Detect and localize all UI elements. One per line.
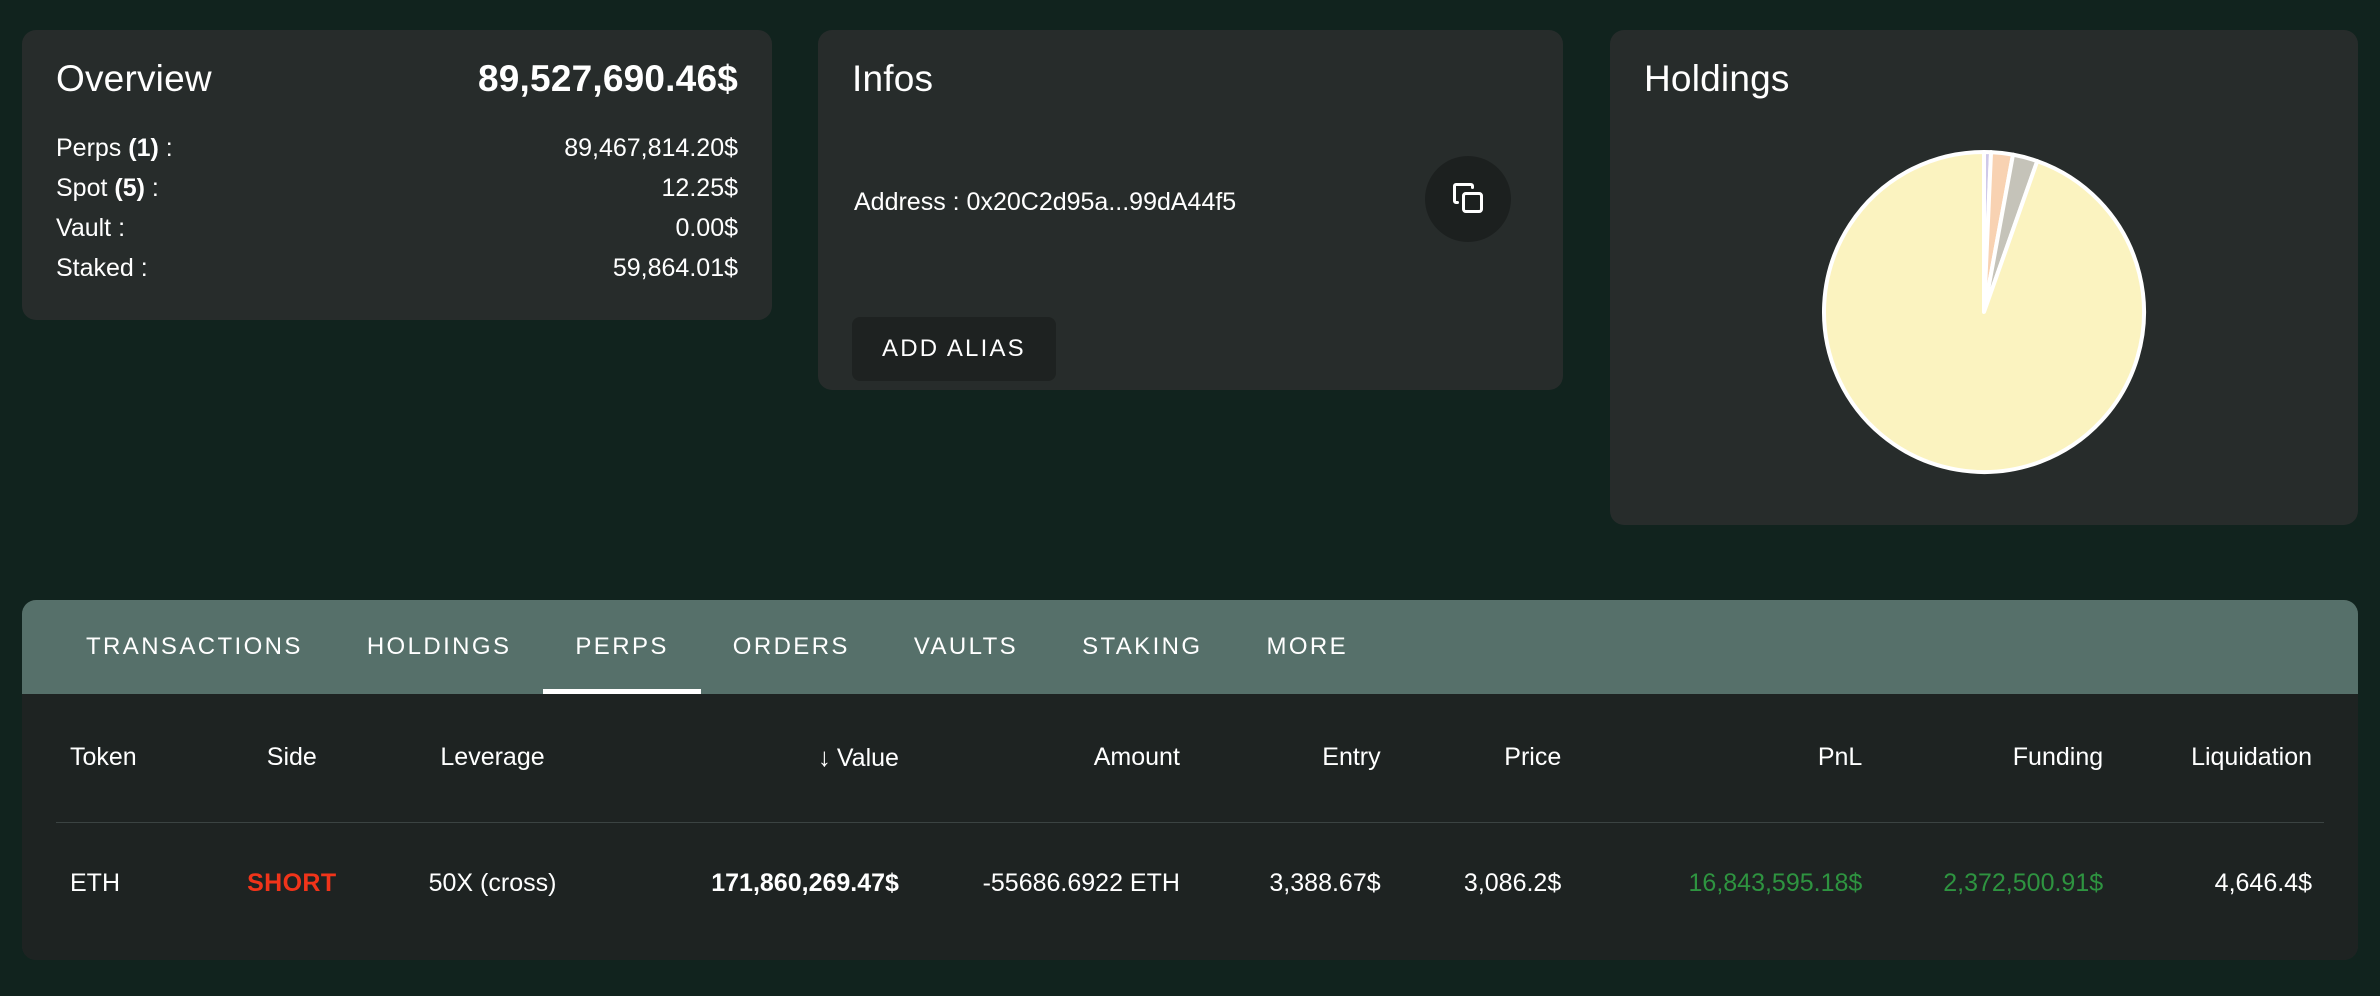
overview-row-label: Vault : (56, 214, 126, 242)
wallet-address-text: Address : 0x20C2d95a...99dA44f5 (854, 188, 1237, 216)
column-header-pnl[interactable]: PnL (1561, 694, 1863, 823)
column-header-value[interactable]: ↓ Value (607, 694, 899, 823)
overview-row-label: Staked : (56, 254, 148, 282)
table-row[interactable]: ETH SHORT 50X (cross) 171,860,269.47$ -5… (56, 822, 2324, 944)
column-header-entry[interactable]: Entry (1179, 694, 1381, 823)
column-header-token[interactable]: Token (56, 694, 207, 823)
cell-funding: 2,372,500.91$ (1943, 868, 2104, 897)
column-header-amount[interactable]: Amount (898, 694, 1180, 823)
tab-bar: TRANSACTIONS HOLDINGS PERPS ORDERS VAULT… (22, 600, 2358, 694)
cell-liquidation: 4,646.4$ (2214, 868, 2312, 897)
add-alias-button[interactable]: ADD ALIAS (852, 317, 1056, 381)
app-root: Overview 89,527,690.46$ Perps (1) : 89,4… (0, 0, 2380, 996)
tab-vaults[interactable]: VAULTS (882, 600, 1050, 694)
column-header-side[interactable]: Side (206, 694, 378, 823)
overview-row-perps: Perps (1) : 89,467,814.20$ (56, 128, 738, 168)
cell-value: 171,860,269.47$ (711, 868, 899, 897)
positions-panel: TRANSACTIONS HOLDINGS PERPS ORDERS VAULT… (22, 600, 2358, 960)
perps-table: Token Side Leverage ↓ Value Amount Entry … (56, 694, 2324, 944)
infos-card: Infos Address : 0x20C2d95a...99dA44f5 AD… (818, 30, 1563, 390)
tab-orders[interactable]: ORDERS (701, 600, 882, 694)
cell-side: SHORT (207, 822, 378, 944)
holdings-card: Holdings (1610, 30, 2358, 525)
overview-row-staked: Staked : 59,864.01$ (56, 248, 738, 288)
column-header-liquidation[interactable]: Liquidation (2103, 694, 2324, 823)
cell-leverage: 50X (cross) (428, 868, 557, 897)
overview-rows: Perps (1) : 89,467,814.20$ Spot (5) : 12… (56, 128, 738, 288)
overview-row-value: 89,467,814.20$ (564, 134, 738, 162)
overview-row-value: 12.25$ (661, 174, 738, 202)
table-head: Token Side Leverage ↓ Value Amount Entry … (56, 694, 2324, 823)
column-header-value-label: Value (836, 744, 899, 773)
cell-amount: -55686.6922 ETH (982, 868, 1180, 897)
overview-row-spot: Spot (5) : 12.25$ (56, 168, 738, 208)
cell-token: ETH (70, 868, 120, 897)
cell-entry: 3,388.67$ (1269, 868, 1381, 897)
column-header-funding[interactable]: Funding (1862, 694, 2104, 823)
sort-descending-icon: ↓ (817, 742, 831, 773)
infos-title: Infos (852, 58, 934, 99)
copy-address-button[interactable] (1425, 156, 1511, 242)
tab-holdings[interactable]: HOLDINGS (335, 600, 544, 694)
tab-staking[interactable]: STAKING (1050, 600, 1234, 694)
cell-pnl: 16,843,595.18$ (1688, 868, 1863, 897)
table-body: ETH SHORT 50X (cross) 171,860,269.47$ -5… (56, 822, 2324, 944)
tab-more[interactable]: MORE (1234, 600, 1380, 694)
tab-perps[interactable]: PERPS (543, 600, 702, 694)
tab-transactions[interactable]: TRANSACTIONS (54, 600, 335, 694)
overview-row-vault: Vault : 0.00$ (56, 208, 738, 248)
perps-table-container: Token Side Leverage ↓ Value Amount Entry … (22, 694, 2358, 960)
cell-price: 3,086.2$ (1463, 868, 1562, 897)
column-header-price[interactable]: Price (1380, 694, 1562, 823)
holdings-title: Holdings (1644, 58, 1790, 99)
overview-row-label: Perps (1) : (56, 134, 173, 162)
side-badge-short: SHORT (247, 868, 337, 897)
table-header-row: Token Side Leverage ↓ Value Amount Entry … (56, 694, 2324, 823)
holdings-pie-chart (1610, 102, 2358, 522)
overview-row-label: Spot (5) : (56, 174, 159, 202)
copy-icon (1450, 180, 1486, 219)
overview-header: Overview 89,527,690.46$ (56, 58, 738, 100)
pie-slice[interactable] (1822, 150, 2146, 474)
overview-row-value: 59,864.01$ (612, 254, 738, 282)
pie-chart-svg (1822, 150, 2146, 474)
column-header-leverage[interactable]: Leverage (377, 694, 608, 823)
overview-card: Overview 89,527,690.46$ Perps (1) : 89,4… (22, 30, 772, 320)
infos-body: Address : 0x20C2d95a...99dA44f5 (852, 156, 1529, 276)
overview-total-value: 89,527,690.46$ (478, 58, 738, 99)
overview-row-value: 0.00$ (675, 214, 738, 242)
overview-title: Overview (56, 58, 212, 99)
